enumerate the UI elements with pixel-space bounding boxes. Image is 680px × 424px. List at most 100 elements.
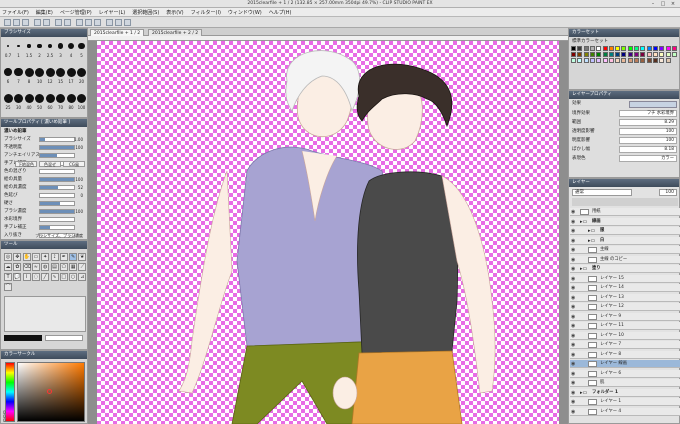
- visibility-eye-icon[interactable]: ◉: [571, 333, 575, 339]
- property-slider[interactable]: [39, 153, 75, 158]
- layer-row[interactable]: ◉ ▸▭ 線画: [570, 217, 680, 226]
- menu-file[interactable]: ファイル(F): [2, 9, 29, 16]
- effect-toggle-group[interactable]: [629, 101, 677, 108]
- canvas-area[interactable]: [88, 41, 568, 424]
- brush-size-preset[interactable]: 20: [77, 65, 87, 89]
- color-swatch[interactable]: [634, 58, 639, 63]
- color-swatch[interactable]: [596, 58, 602, 63]
- menu-window[interactable]: ウィンドウ(W): [228, 9, 262, 16]
- color-swatch[interactable]: [665, 46, 671, 51]
- close-button[interactable]: ×: [668, 1, 678, 7]
- color-swatch[interactable]: [621, 46, 627, 51]
- visibility-eye-icon[interactable]: ◉: [571, 247, 575, 253]
- blend-option-button[interactable]: 色混ぜ: [39, 161, 61, 167]
- visibility-eye-icon[interactable]: ◉: [571, 228, 575, 234]
- color-swatch[interactable]: [602, 46, 608, 51]
- menu-edit[interactable]: 編集(E): [36, 9, 53, 16]
- figure-icon[interactable]: ⬠: [59, 263, 68, 271]
- select-icon[interactable]: ▭: [31, 253, 40, 261]
- blend-option-button[interactable]: CG風: [63, 161, 85, 167]
- color-swatch[interactable]: [652, 46, 658, 51]
- color-swatch[interactable]: [608, 58, 614, 63]
- color-swatch[interactable]: [583, 52, 589, 57]
- color-swatch[interactable]: [608, 46, 614, 51]
- visibility-eye-icon[interactable]: ◉: [571, 399, 575, 405]
- brush-size-preset[interactable]: 60: [45, 91, 55, 115]
- brush-size-preset[interactable]: 4: [66, 39, 76, 63]
- fill-layer-icon[interactable]: [64, 19, 71, 26]
- move-icon[interactable]: ✥: [13, 253, 22, 261]
- color-swatch[interactable]: [608, 52, 614, 57]
- property-slider[interactable]: [39, 169, 75, 174]
- blend-option-button[interactable]: 下地混色: [15, 161, 37, 167]
- layer-property-value[interactable]: カラー: [619, 155, 677, 162]
- brush-size-preset[interactable]: 80: [66, 91, 76, 115]
- property-slider[interactable]: [39, 225, 75, 230]
- brush-size-preset[interactable]: 12: [45, 65, 55, 89]
- visibility-eye-icon[interactable]: ◉: [571, 238, 575, 244]
- transform-icon[interactable]: [76, 19, 83, 26]
- brush-size-preset[interactable]: 0.7: [3, 39, 13, 63]
- layer-row[interactable]: ◉ レイヤー 10: [570, 331, 680, 340]
- color-swatch[interactable]: [659, 46, 665, 51]
- line-icon[interactable]: ╱: [41, 273, 50, 281]
- color-swatch[interactable]: [577, 52, 583, 57]
- color-swatch[interactable]: [589, 58, 595, 63]
- menu-filter[interactable]: フィルター(I): [191, 9, 221, 16]
- layer-row[interactable]: ◉ ▸▭ 服: [570, 227, 680, 235]
- property-slider[interactable]: [39, 201, 75, 206]
- property-slider[interactable]: [39, 217, 75, 222]
- brush-size-preset[interactable]: 10: [35, 65, 45, 89]
- color-swatch[interactable]: [621, 58, 627, 63]
- pencil-icon[interactable]: ✎: [69, 253, 78, 261]
- color-swatch[interactable]: [646, 46, 652, 51]
- clear-icon[interactable]: [55, 19, 62, 26]
- color-swatch[interactable]: [627, 52, 633, 57]
- color-swatch[interactable]: [640, 52, 646, 57]
- brush-size-preset[interactable]: 7: [14, 65, 24, 89]
- color-swatch[interactable]: [640, 46, 646, 51]
- layer-row[interactable]: ◉ ▸▭ 塗り: [570, 265, 680, 273]
- maximize-button[interactable]: □: [658, 1, 668, 7]
- layer-row[interactable]: ◉ レイヤー 6: [570, 369, 680, 378]
- visibility-eye-icon[interactable]: ◉: [571, 352, 575, 358]
- redo-icon[interactable]: [43, 19, 50, 26]
- brush-size-preset[interactable]: 1: [14, 39, 24, 63]
- color-swatch[interactable]: [652, 58, 658, 63]
- color-swatch[interactable]: [640, 58, 646, 63]
- deco-icon[interactable]: ✿: [13, 263, 22, 271]
- minimize-button[interactable]: –: [648, 1, 658, 7]
- layer-row[interactable]: ◉ 主線 のコピー: [570, 255, 680, 264]
- color-swatch[interactable]: [571, 58, 576, 63]
- color-swatch[interactable]: [571, 46, 576, 51]
- snap-ruler-icon[interactable]: [106, 19, 113, 26]
- layer-row[interactable]: ◉ ▸▭ フォルダー 1: [570, 388, 680, 397]
- color-swatch[interactable]: [589, 52, 595, 57]
- color-swatch[interactable]: [634, 52, 639, 57]
- color-swatch[interactable]: [671, 46, 677, 51]
- color-swatch[interactable]: [671, 52, 677, 57]
- color-swatch[interactable]: [583, 46, 589, 51]
- color-swatch[interactable]: [627, 58, 633, 63]
- undo-icon[interactable]: [34, 19, 41, 26]
- color-swatch[interactable]: [659, 52, 665, 57]
- layer-property-value[interactable]: フチ 水彩境界: [619, 110, 677, 117]
- artboard[interactable]: [97, 41, 559, 424]
- rect-icon[interactable]: □: [59, 273, 68, 281]
- layer-property-value[interactable]: 100: [619, 137, 677, 144]
- property-slider[interactable]: [39, 137, 75, 142]
- color-swatch[interactable]: [627, 46, 633, 51]
- brush-size-preset[interactable]: 5: [77, 39, 87, 63]
- visibility-eye-icon[interactable]: ◉: [571, 304, 575, 310]
- save-icon[interactable]: [22, 19, 29, 26]
- brush-size-preset[interactable]: 6: [3, 65, 13, 89]
- menu-layer[interactable]: レイヤー(L): [99, 9, 126, 16]
- property-slider[interactable]: [39, 177, 75, 182]
- layer-property-value[interactable]: 8.18: [619, 146, 677, 153]
- brush-size-preset[interactable]: 2: [35, 39, 45, 63]
- layer-row[interactable]: ◉ 肌: [570, 379, 680, 387]
- color-swatch[interactable]: [652, 52, 658, 57]
- menu-view[interactable]: 表示(V): [166, 9, 183, 16]
- layer-property-value[interactable]: 8.29: [619, 119, 677, 126]
- color-swatch[interactable]: [596, 52, 602, 57]
